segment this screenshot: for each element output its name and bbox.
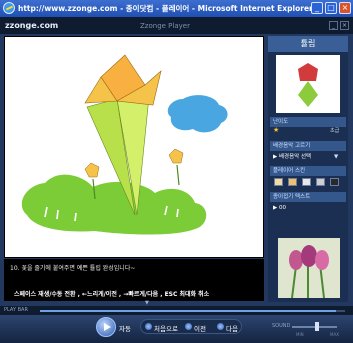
- small-tulip-right-stem: [176, 164, 180, 186]
- play-button[interactable]: [96, 317, 116, 337]
- bgm-select[interactable]: ▶ 배경음악 선택: [270, 152, 346, 162]
- first-step-button[interactable]: 처음으로: [154, 323, 178, 333]
- next-step-icon[interactable]: [217, 323, 224, 330]
- origami-stage[interactable]: [4, 36, 264, 258]
- close-button[interactable]: ×: [339, 2, 351, 14]
- tulip-photo: [278, 238, 340, 298]
- progress-fill: [40, 310, 336, 312]
- volume-min-label: MIN: [296, 332, 304, 337]
- small-tulip-right: [168, 148, 184, 164]
- volume-max-label: MAX: [330, 332, 339, 337]
- small-tulip-left: [84, 162, 100, 178]
- internet-explorer-icon: [3, 2, 15, 14]
- skin-option-5[interactable]: [330, 178, 339, 186]
- progress-track[interactable]: [40, 310, 345, 312]
- skin-option-2[interactable]: [288, 178, 297, 186]
- window-title: http://www.zzonge.com - 종이닷컴 - 플레이어 - Mi…: [18, 4, 313, 13]
- previous-step-icon[interactable]: [185, 323, 192, 330]
- first-step-icon[interactable]: [145, 323, 152, 330]
- bgm-header[interactable]: 배경음악 고르기: [270, 141, 346, 151]
- tulip-illustration: [21, 54, 228, 235]
- skin-header: 플레이어 스킨: [270, 166, 346, 176]
- skin-option-4[interactable]: [316, 178, 325, 186]
- text-header: 종이접기 텍스트: [270, 192, 346, 202]
- tulip-photo-image: [278, 238, 340, 298]
- previous-step-button[interactable]: 이전: [194, 323, 206, 333]
- difficulty-level: 초급: [330, 128, 340, 134]
- volume-handle[interactable]: [314, 322, 319, 331]
- play-bar-label: PLAY BAR: [4, 307, 28, 313]
- tulip-thumbnail[interactable]: [276, 55, 340, 113]
- app-minimize-button[interactable]: _: [329, 21, 338, 30]
- skin-option-3[interactable]: [302, 178, 311, 186]
- thumbnail-tulip-icon: [298, 63, 318, 107]
- app-close-button[interactable]: ×: [340, 21, 349, 30]
- browser-window: http://www.zzonge.com - 종이닷컴 - 플레이어 - Mi…: [0, 0, 353, 343]
- app-name: Zzonge Player: [140, 22, 190, 30]
- minimize-button[interactable]: _: [311, 2, 323, 14]
- difficulty-header: 난이도: [270, 117, 346, 127]
- maximize-button[interactable]: □: [325, 2, 337, 14]
- skin-option-1[interactable]: [274, 178, 283, 186]
- step-caption: 10. 꽃을 줄기에 붙여주면 예쁜 튤립 완성입니다~: [10, 265, 136, 272]
- shortcut-help: 스페이스 재생/수동 전환 , ←느리게/이전 , →빠르게/다음 , ESC …: [14, 291, 210, 298]
- sound-label: SOUND: [272, 323, 291, 329]
- auto-play-label[interactable]: 자동: [119, 323, 131, 333]
- app-logo[interactable]: zzonge.com: [5, 21, 58, 30]
- sidebar-title: 튤립: [268, 36, 348, 52]
- next-step-button[interactable]: 다음: [226, 323, 238, 333]
- star-icon: ★: [273, 126, 280, 134]
- text-option[interactable]: ▶ 00: [270, 203, 346, 213]
- water-splash: [167, 95, 228, 133]
